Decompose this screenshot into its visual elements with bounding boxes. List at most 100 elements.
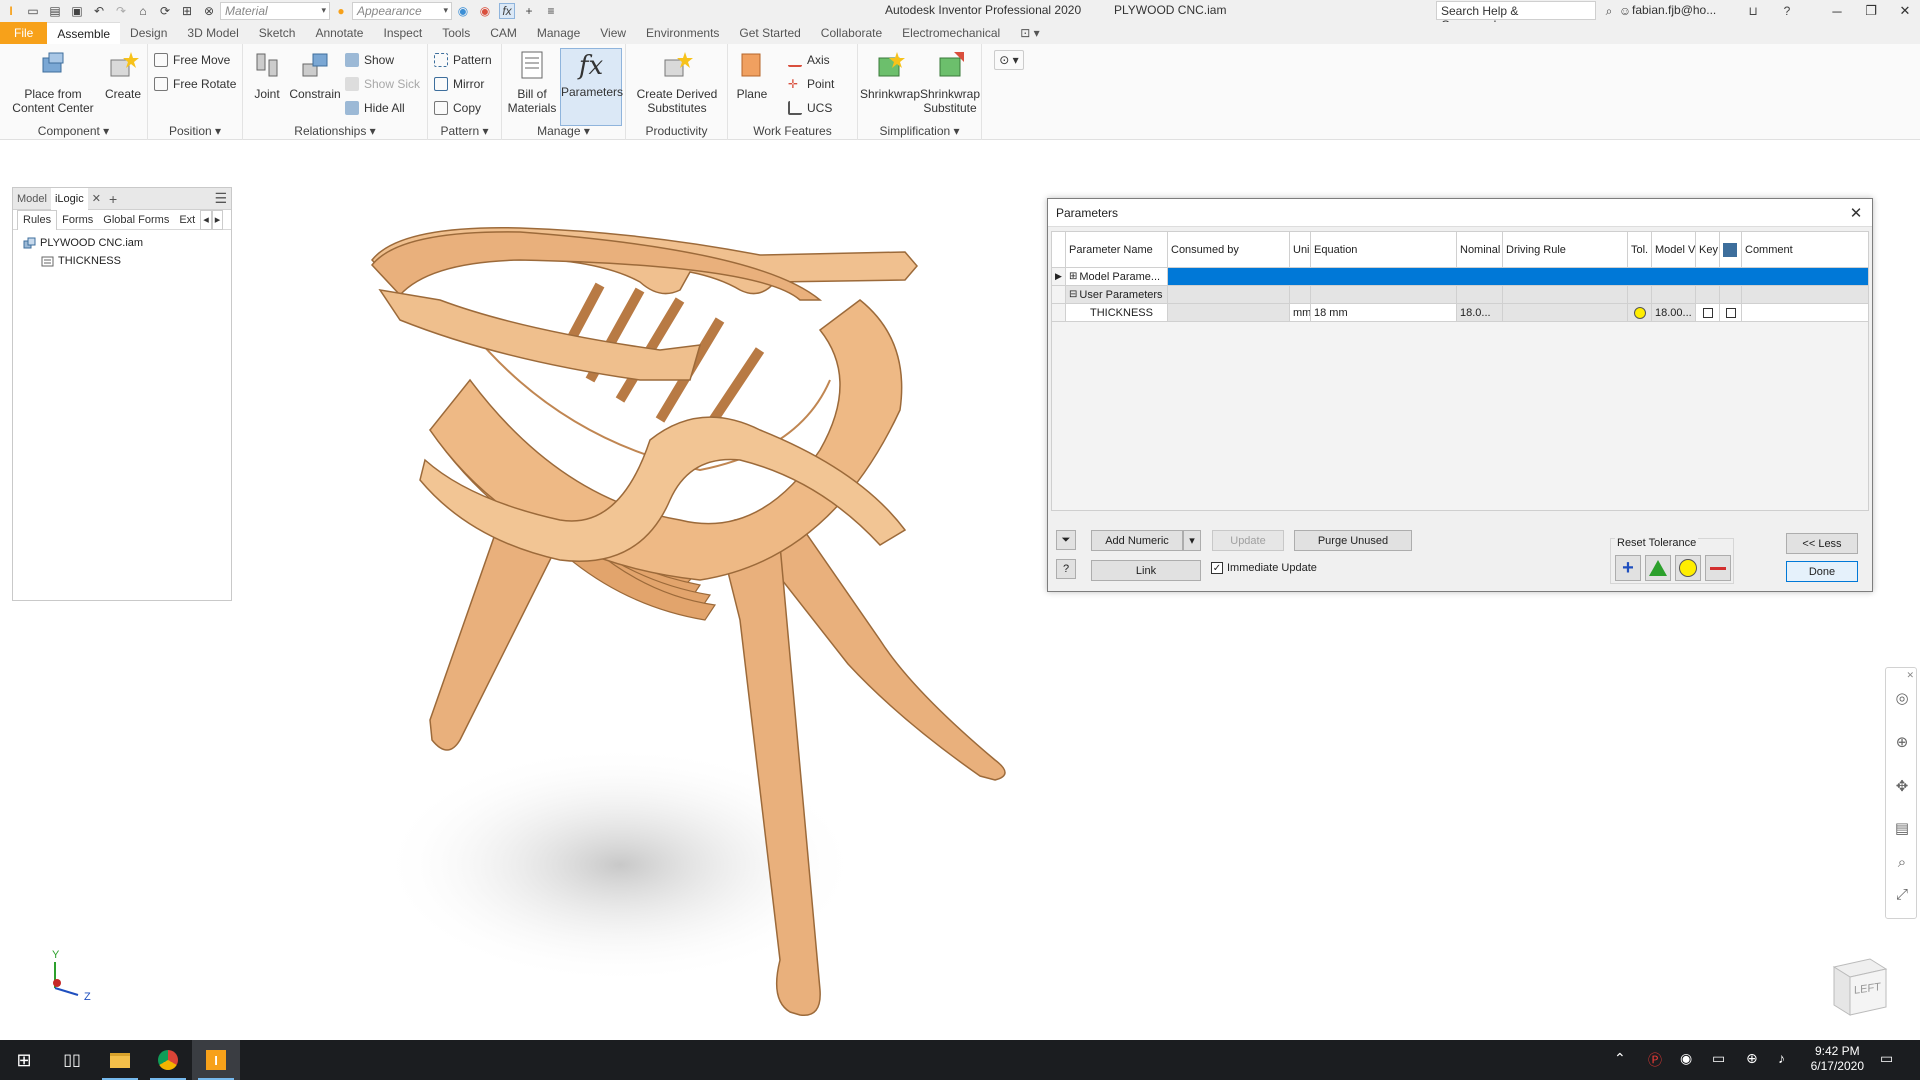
tolerance-upper-button[interactable]: + xyxy=(1615,555,1641,581)
free-rotate-button[interactable]: Free Rotate xyxy=(154,74,236,94)
new-file-icon[interactable]: ▭ xyxy=(25,3,41,19)
col-consumed-by[interactable]: Consumed by xyxy=(1168,232,1290,268)
full-navigation-wheel-icon[interactable]: ◎ xyxy=(1892,688,1912,708)
tab-sketch[interactable]: Sketch xyxy=(249,22,306,44)
file-explorer-icon[interactable] xyxy=(96,1040,144,1080)
user-name[interactable]: fabian.fjb@ho... xyxy=(1632,3,1716,17)
minimize-button[interactable]: ─ xyxy=(1822,0,1852,22)
col-model-value[interactable]: Model V xyxy=(1652,232,1696,268)
tab-collaborate[interactable]: Collaborate xyxy=(811,22,892,44)
group-pattern-label[interactable]: Pattern ▾ xyxy=(428,124,501,138)
tab-scroll-left-icon[interactable]: ◂ xyxy=(200,209,212,230)
group-component-label[interactable]: Component ▾ xyxy=(0,124,147,138)
tab-inspect[interactable]: Inspect xyxy=(373,22,432,44)
tab-annotate[interactable]: Annotate xyxy=(305,22,373,44)
create-component-button[interactable]: Create xyxy=(102,48,144,101)
appearance-combo[interactable]: Appearance ▾ xyxy=(352,2,452,20)
tab-assemble[interactable]: Assemble xyxy=(47,22,121,44)
filter-button[interactable]: ⏷ xyxy=(1056,530,1076,550)
close-dialog-icon[interactable]: ✕ xyxy=(1846,203,1866,223)
tab-manage[interactable]: Manage xyxy=(527,22,590,44)
add-tab-icon[interactable]: + xyxy=(105,188,121,210)
link-button[interactable]: Link xyxy=(1091,560,1201,581)
comment-cell[interactable] xyxy=(1742,304,1868,322)
user-icon[interactable]: ☺ xyxy=(1617,3,1633,19)
update-icon[interactable]: ⟳ xyxy=(157,3,173,19)
col-tolerance[interactable]: Tol. xyxy=(1628,232,1652,268)
tab-rules[interactable]: Rules xyxy=(17,209,58,230)
tray-app-icon-red[interactable]: Ⓟ xyxy=(1648,1050,1662,1070)
browser-menu-icon[interactable]: ☰ xyxy=(210,188,231,210)
place-from-content-center-button[interactable]: Place from Content Center xyxy=(8,48,98,115)
zoom-window-icon[interactable]: ⌕ xyxy=(1892,852,1912,872)
restore-button[interactable]: ❐ xyxy=(1856,0,1886,22)
tab-3d-model[interactable]: 3D Model xyxy=(177,22,248,44)
point-button[interactable]: ✛ Point xyxy=(788,74,834,94)
mirror-button[interactable]: Mirror xyxy=(434,74,484,94)
axis-button[interactable]: Axis xyxy=(788,50,830,70)
done-button[interactable]: Done xyxy=(1786,561,1858,582)
equation-cell[interactable]: 18 mm xyxy=(1311,304,1457,322)
tab-environments[interactable]: Environments xyxy=(636,22,729,44)
expand-icon[interactable]: ⊞ xyxy=(1069,271,1077,282)
tab-design[interactable]: Design xyxy=(120,22,177,44)
tolerance-median-button[interactable] xyxy=(1645,555,1671,581)
windows-start-icon[interactable]: ⊞ xyxy=(0,1040,48,1080)
update-button[interactable]: Update xyxy=(1212,530,1284,551)
col-unit[interactable]: Uni xyxy=(1290,232,1311,268)
search-icon[interactable]: ⌕ xyxy=(1601,3,1617,19)
plane-button[interactable]: Plane xyxy=(732,48,772,101)
ribbon-options-button[interactable]: ⊡ ▾ xyxy=(1010,22,1049,44)
group-position-label[interactable]: Position ▾ xyxy=(148,124,242,138)
add-icon[interactable]: + xyxy=(521,3,537,19)
orbit-icon[interactable]: ✥ xyxy=(1892,776,1912,796)
col-key[interactable]: Key xyxy=(1696,232,1720,268)
chrome-icon[interactable] xyxy=(144,1040,192,1080)
tab-forms[interactable]: Forms xyxy=(57,210,98,230)
group-manage-label[interactable]: Manage ▾ xyxy=(502,124,625,138)
tab-external[interactable]: Ext xyxy=(174,210,200,230)
less-button[interactable]: << Less xyxy=(1786,533,1858,554)
group-simplification-label[interactable]: Simplification ▾ xyxy=(858,124,981,138)
inventor-logo-icon[interactable]: I xyxy=(3,3,19,19)
free-move-button[interactable]: Free Move xyxy=(154,50,230,70)
zoom-icon[interactable]: ⊕ xyxy=(1892,732,1912,752)
col-driving-rule[interactable]: Driving Rule xyxy=(1503,232,1628,268)
tab-model[interactable]: Model xyxy=(13,188,51,210)
bill-of-materials-button[interactable]: Bill of Materials xyxy=(506,48,558,115)
ribbon-overflow-button[interactable]: ⊙ ▾ xyxy=(994,50,1024,70)
view-cube[interactable]: LEFT xyxy=(1824,953,1890,1019)
unit-cell[interactable]: mm xyxy=(1290,304,1311,322)
col-equation[interactable]: Equation xyxy=(1311,232,1457,268)
close-window-button[interactable]: ✕ xyxy=(1890,0,1920,22)
table-row[interactable]: THICKNESS mm 18 mm 18.0... 18.00... xyxy=(1052,304,1868,322)
joint-button[interactable]: Joint xyxy=(247,48,287,101)
network-icon[interactable]: ⊕ xyxy=(1746,1050,1758,1067)
tab-global-forms[interactable]: Global Forms xyxy=(98,210,174,230)
tree-item-thickness[interactable]: THICKNESS xyxy=(23,252,231,270)
group-relationships-label[interactable]: Relationships ▾ xyxy=(243,124,427,138)
param-name-cell[interactable]: THICKNESS xyxy=(1066,304,1168,322)
show-hidden-icons-icon[interactable]: ⌃ xyxy=(1614,1050,1626,1067)
copy-button[interactable]: Copy xyxy=(434,98,481,118)
home-icon[interactable]: ⌂ xyxy=(135,3,151,19)
tab-electromechanical[interactable]: Electromechanical xyxy=(892,22,1010,44)
look-at-icon[interactable]: ▤ xyxy=(1892,818,1912,838)
undo-icon[interactable]: ↶ xyxy=(91,3,107,19)
col-export[interactable] xyxy=(1720,232,1742,268)
tab-tools[interactable]: Tools xyxy=(432,22,480,44)
tab-cam[interactable]: CAM xyxy=(480,22,527,44)
col-nominal[interactable]: Nominal xyxy=(1457,232,1503,268)
tab-ilogic[interactable]: iLogic xyxy=(50,187,88,210)
show-button[interactable]: Show xyxy=(345,50,394,70)
parameters-button[interactable]: fx Parameters xyxy=(560,48,623,126)
cart-icon[interactable]: ⊔ xyxy=(1745,3,1761,19)
task-view-icon[interactable]: ▯▯ xyxy=(48,1040,96,1080)
tree-item-assembly[interactable]: PLYWOOD CNC.iam xyxy=(23,234,231,252)
save-icon[interactable]: ▣ xyxy=(69,3,85,19)
table-row[interactable]: ⊟ User Parameters xyxy=(1052,286,1868,304)
tolerance-lower-button[interactable] xyxy=(1705,555,1731,581)
col-comment[interactable]: Comment xyxy=(1742,232,1868,268)
purge-unused-button[interactable]: Purge Unused xyxy=(1294,530,1412,551)
param-name-cell[interactable]: ⊟ User Parameters xyxy=(1066,286,1168,304)
